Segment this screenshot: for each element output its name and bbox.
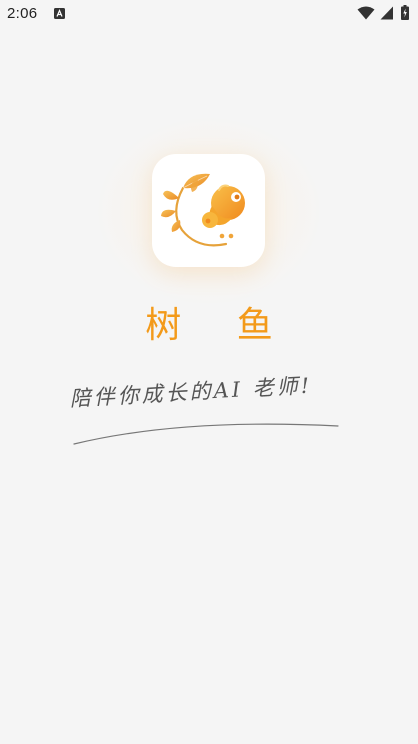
app-slogan: 陪伴你成长的AI 老师! xyxy=(69,373,313,411)
status-bar: 2:06 xyxy=(0,0,418,28)
app-name: 树 鱼 xyxy=(145,305,295,346)
signal-icon xyxy=(380,6,393,20)
slogan-underline xyxy=(73,423,339,445)
wifi-icon xyxy=(357,6,375,20)
battery-icon xyxy=(401,5,409,20)
notification-a-icon xyxy=(54,8,65,19)
status-time: 2:06 xyxy=(7,5,38,22)
app-icon xyxy=(152,154,265,267)
tree-fish-logo-icon xyxy=(161,173,245,247)
